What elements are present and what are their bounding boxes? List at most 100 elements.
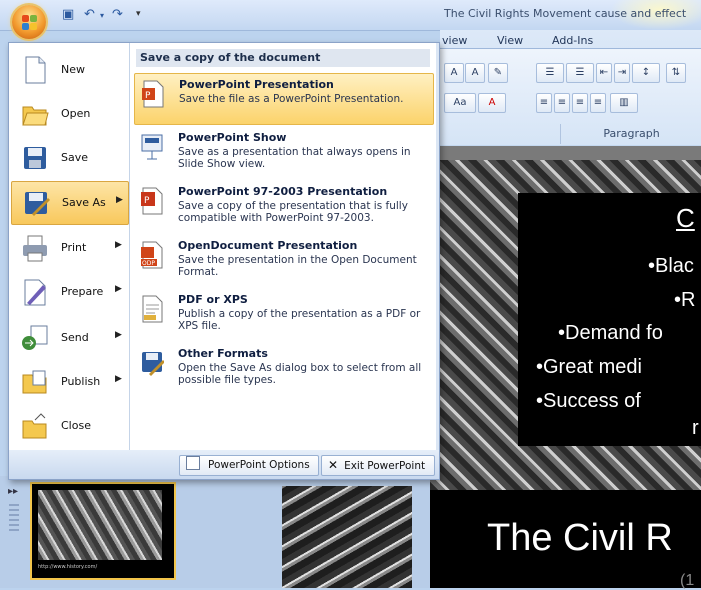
- customize-qat-icon[interactable]: ▾: [136, 9, 141, 19]
- save-option-powerpoint-presentation[interactable]: P PowerPoint Presentation Save the file …: [134, 73, 434, 125]
- open-folder-icon: [22, 106, 49, 126]
- menu-item-label: Print: [61, 241, 87, 254]
- undo-dropdown-icon[interactable]: ▾: [100, 11, 104, 20]
- svg-text:P: P: [144, 196, 150, 206]
- window-title: The Civil Rights Movement cause and effe…: [444, 7, 687, 20]
- paragraph-group-label: Paragraph: [560, 124, 701, 144]
- font-color-button[interactable]: A: [478, 93, 506, 113]
- office-menu: New Open Save Save As ▶ Print ▶ Prepare …: [8, 42, 440, 480]
- office-logo-icon: [30, 23, 37, 30]
- svg-text:ODP: ODP: [142, 260, 155, 267]
- line-spacing-button[interactable]: ↕: [632, 63, 660, 83]
- menu-item-save[interactable]: Save: [11, 137, 127, 179]
- menu-item-print[interactable]: Print ▶: [11, 227, 127, 269]
- menu-item-label: Save: [61, 151, 89, 164]
- powerpoint-options-button[interactable]: PowerPoint Options: [179, 455, 319, 476]
- new-document-icon: [25, 56, 46, 84]
- bullets-button[interactable]: ☰: [536, 63, 564, 83]
- printer-icon: [23, 235, 47, 262]
- ppsx-file-icon: [141, 134, 163, 160]
- save-icon[interactable]: ▣: [62, 7, 74, 22]
- office-logo-icon: [30, 15, 37, 22]
- grow-font-button[interactable]: A: [444, 63, 464, 83]
- publish-icon: [22, 370, 47, 394]
- increase-indent-button[interactable]: ⇥: [614, 63, 630, 83]
- menu-item-send[interactable]: Send ▶: [11, 317, 127, 359]
- save-option-opendocument[interactable]: ODP OpenDocument Presentation Save the p…: [134, 235, 432, 285]
- slide-bullet: •Success of: [536, 390, 641, 412]
- clear-format-button[interactable]: ✎: [488, 63, 508, 83]
- decrease-indent-button[interactable]: ⇤: [596, 63, 612, 83]
- redo-icon[interactable]: ↷: [112, 7, 123, 22]
- align-right-button[interactable]: ≡: [572, 93, 588, 113]
- submenu-arrow-icon: ▶: [115, 284, 122, 294]
- save-option-pdf-or-xps[interactable]: PDF or XPS Publish a copy of the present…: [134, 289, 432, 339]
- option-description: Save the file as a PowerPoint Presentati…: [179, 93, 404, 105]
- option-title: PowerPoint 97-2003 Presentation: [178, 185, 388, 198]
- pane-grip-icon[interactable]: [9, 504, 19, 532]
- align-center-button[interactable]: ≡: [554, 93, 570, 113]
- slide-bullet: •Blac: [648, 255, 694, 277]
- submenu-arrow-icon: ▶: [115, 374, 122, 384]
- change-case-button[interactable]: Aa: [444, 93, 476, 113]
- expand-pane-icon[interactable]: ▸▸: [8, 486, 18, 497]
- save-option-powerpoint-97-2003[interactable]: P PowerPoint 97-2003 Presentation Save a…: [134, 181, 432, 231]
- menu-item-label: Open: [61, 107, 91, 120]
- submenu-arrow-icon: ▶: [115, 330, 122, 340]
- menu-item-save-as[interactable]: Save As ▶: [11, 181, 129, 225]
- menu-item-close[interactable]: Close: [11, 405, 127, 447]
- tab-add-ins[interactable]: Add-Ins: [552, 34, 593, 47]
- office-logo-icon: [22, 23, 29, 30]
- menu-item-label: Close: [61, 419, 91, 432]
- option-description: Open the Save As dialog box to select fr…: [178, 362, 422, 386]
- office-button[interactable]: [12, 5, 46, 39]
- menu-item-label: Publish: [61, 375, 101, 388]
- option-description: Save as a presentation that always opens…: [178, 146, 411, 170]
- exit-powerpoint-button[interactable]: ✕ Exit PowerPoint: [321, 455, 435, 476]
- exit-label: Exit PowerPoint: [344, 460, 426, 472]
- shrink-font-button[interactable]: A: [465, 63, 485, 83]
- option-description: Save a copy of the presentation that is …: [178, 200, 408, 224]
- columns-button[interactable]: ▥: [610, 93, 638, 113]
- option-description: Save the presentation in the Open Docume…: [178, 254, 417, 278]
- pptx-file-icon: P: [142, 80, 164, 108]
- numbering-button[interactable]: ☰: [566, 63, 594, 83]
- thumbnail-caption: http://www.history.com/: [38, 564, 98, 570]
- menu-item-label: Prepare: [61, 285, 104, 298]
- menu-item-new[interactable]: New: [11, 49, 127, 91]
- submenu-arrow-icon: ▶: [115, 240, 122, 250]
- tab-view[interactable]: View: [497, 34, 523, 47]
- menu-item-label: Send: [61, 331, 89, 344]
- pdf-xps-file-icon: [142, 295, 163, 323]
- options-label: PowerPoint Options: [208, 459, 310, 471]
- pane-toolbar: ▸▸: [6, 486, 24, 546]
- menu-item-prepare[interactable]: Prepare ▶: [11, 271, 127, 313]
- slide-side-photo: [282, 486, 412, 588]
- font-group-footer: [440, 124, 556, 144]
- option-title: PowerPoint Presentation: [179, 78, 334, 91]
- option-title: PowerPoint Show: [178, 131, 287, 144]
- menu-item-open[interactable]: Open: [11, 93, 127, 135]
- option-description: Publish a copy of the presentation as a …: [178, 308, 421, 332]
- undo-icon[interactable]: ↶: [84, 7, 95, 22]
- slide-heading: C: [676, 203, 695, 233]
- justify-button[interactable]: ≡: [590, 93, 606, 113]
- save-as-submenu: Save a copy of the document P PowerPoint…: [130, 43, 436, 450]
- options-icon: [186, 456, 200, 470]
- save-option-powerpoint-show[interactable]: PowerPoint Show Save as a presentation t…: [134, 127, 432, 177]
- submenu-title: Save a copy of the document: [136, 49, 430, 67]
- menu-item-label: Save As: [62, 196, 106, 209]
- align-left-button[interactable]: ≡: [536, 93, 552, 113]
- menu-item-publish[interactable]: Publish ▶: [11, 361, 127, 403]
- ppt-file-icon: P: [141, 187, 163, 215]
- option-title: OpenDocument Presentation: [178, 239, 358, 252]
- send-icon: [22, 325, 48, 350]
- text-direction-button[interactable]: ⇅: [666, 63, 686, 83]
- office-logo-icon: [22, 15, 29, 22]
- slide-bullet: •Great medi: [536, 356, 642, 378]
- option-title: Other Formats: [178, 347, 268, 360]
- save-option-other-formats[interactable]: Other Formats Open the Save As dialog bo…: [134, 343, 432, 393]
- slide-text-box[interactable]: C •Blac •R •Demand fo •Great medi •Succe…: [518, 193, 701, 446]
- slide-subtitle: (1: [680, 572, 695, 589]
- tab-review[interactable]: view: [442, 34, 467, 47]
